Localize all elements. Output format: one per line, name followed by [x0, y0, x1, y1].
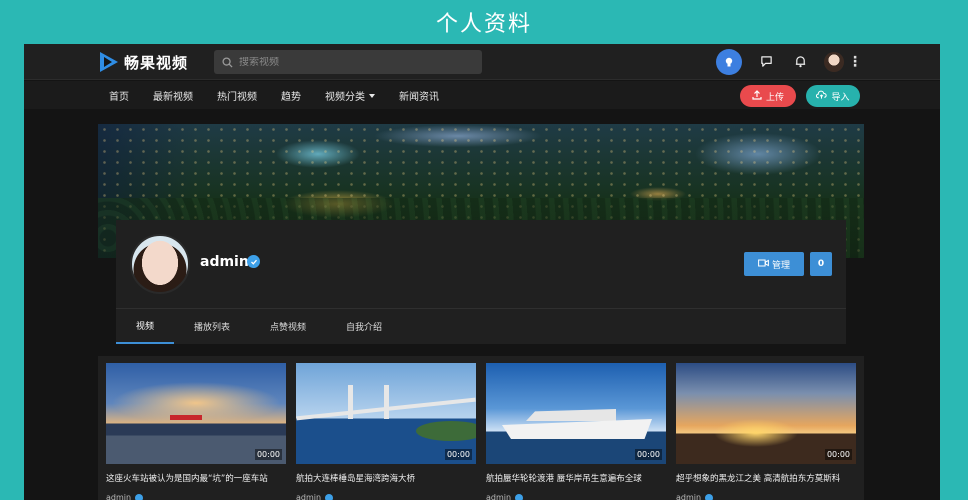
upload-icon — [752, 89, 762, 103]
video-card[interactable]: 00:00 超乎想象的黑龙江之美 高清航拍东方莫斯科 admin — [676, 363, 856, 500]
thumbnail-detail — [416, 421, 476, 441]
video-duration: 00:00 — [824, 449, 852, 460]
video-thumbnail[interactable]: 00:00 — [296, 363, 476, 464]
video-author-name: admin — [676, 493, 702, 500]
upload-button[interactable]: 上传 — [740, 85, 796, 107]
verified-badge-icon — [247, 255, 260, 268]
video-card[interactable]: 00:00 航拍蜃华轮轮渡港 蜃华岸吊生意遍布全球 admin — [486, 363, 666, 500]
search-box[interactable] — [214, 50, 482, 74]
nav-item-categories-label: 视频分类 — [325, 91, 365, 103]
video-duration: 00:00 — [634, 449, 662, 460]
video-title[interactable]: 航拍蜃华轮轮渡港 蜃华岸吊生意遍布全球 — [486, 472, 666, 484]
chat-icon — [760, 53, 773, 72]
nav-item-home[interactable]: 首页 — [109, 88, 129, 103]
verified-badge-icon — [135, 493, 144, 500]
nav-bar: 首页 最新视频 热门视频 趋势 视频分类 新闻资讯 上传 导入 — [24, 81, 940, 109]
video-author[interactable]: admin — [676, 493, 856, 500]
user-avatar[interactable] — [824, 52, 844, 72]
profile-card: admin 管理 0 视频 播放列表 点赞视频 自我介绍 — [116, 220, 846, 344]
video-author-name: admin — [486, 493, 512, 500]
video-title[interactable]: 超乎想象的黑龙江之美 高清航拍东方莫斯科 — [676, 472, 856, 484]
profile-tabs: 视频 播放列表 点赞视频 自我介绍 — [116, 309, 402, 344]
bell-icon — [794, 53, 807, 72]
verified-badge-icon — [515, 493, 524, 500]
top-actions: ⋮ — [716, 48, 862, 76]
search-icon — [222, 53, 233, 72]
tab-liked-videos[interactable]: 点赞视频 — [250, 309, 326, 344]
video-count-badge: 0 — [810, 252, 832, 276]
video-title[interactable]: 这座火车站被认为是国内最“坑”的一座车站 — [106, 472, 286, 484]
video-camera-icon — [758, 259, 769, 270]
tab-playlists[interactable]: 播放列表 — [174, 309, 250, 344]
verified-badge-icon — [325, 493, 334, 500]
video-duration: 00:00 — [444, 449, 472, 460]
video-author-name: admin — [296, 493, 322, 500]
tab-videos[interactable]: 视频 — [116, 309, 175, 344]
logo[interactable]: 畅果视频 — [98, 50, 188, 74]
video-author-name: admin — [106, 493, 132, 500]
video-author[interactable]: admin — [106, 493, 286, 500]
video-card[interactable]: 00:00 航拍大连棒棰岛星海湾跨海大桥 admin — [296, 363, 476, 500]
video-author[interactable]: admin — [486, 493, 666, 500]
messages-button[interactable] — [756, 52, 776, 72]
thumbnail-detail — [170, 415, 202, 420]
upload-label: 上传 — [765, 92, 784, 103]
nav-item-hot[interactable]: 热门视频 — [217, 88, 257, 103]
logo-text: 畅果视频 — [124, 53, 189, 72]
video-author[interactable]: admin — [296, 493, 476, 500]
tab-about[interactable]: 自我介绍 — [326, 309, 402, 344]
thumbnail-detail — [502, 419, 652, 439]
video-thumbnail[interactable]: 00:00 — [106, 363, 286, 464]
page-heading: 个人资料 — [435, 12, 532, 37]
nav-item-latest[interactable]: 最新视频 — [153, 88, 193, 103]
search-input[interactable] — [239, 56, 469, 68]
caret-down-icon — [369, 93, 375, 98]
video-thumbnail[interactable]: 00:00 — [676, 363, 856, 464]
play-logo-icon — [98, 51, 118, 73]
top-bar: 畅果视频 ⋮ — [24, 44, 940, 80]
profile-name: admin — [200, 254, 249, 270]
video-duration: 00:00 — [254, 449, 282, 460]
thumbnail-detail — [384, 385, 389, 419]
video-card[interactable]: 00:00 这座火车站被认为是国内最“坑”的一座车站 admin — [106, 363, 286, 500]
manage-label: 管理 — [771, 260, 790, 271]
app-window: 畅果视频 ⋮ — [24, 44, 940, 500]
notifications-button[interactable] — [790, 52, 810, 72]
video-grid: 00:00 这座火车站被认为是国内最“坑”的一座车站 admin 00:00 航… — [98, 356, 864, 500]
import-button[interactable]: 导入 — [806, 85, 860, 107]
thumbnail-detail — [526, 409, 616, 421]
more-options-icon[interactable]: ⋮ — [848, 54, 862, 70]
import-label: 导入 — [831, 92, 850, 103]
nav-item-news[interactable]: 新闻资讯 — [399, 88, 439, 103]
nav-item-trending[interactable]: 趋势 — [281, 88, 301, 103]
video-title[interactable]: 航拍大连棒棰岛星海湾跨海大桥 — [296, 472, 476, 484]
cloud-upload-icon — [816, 90, 828, 103]
theme-toggle-button[interactable] — [716, 49, 742, 75]
video-thumbnail[interactable]: 00:00 — [486, 363, 666, 464]
nav-menu: 首页 最新视频 热门视频 趋势 视频分类 新闻资讯 — [109, 81, 439, 109]
profile-avatar — [130, 234, 190, 294]
verified-badge-icon — [705, 493, 714, 500]
nav-item-categories[interactable]: 视频分类 — [325, 88, 375, 103]
lightbulb-icon — [723, 53, 735, 72]
manage-videos-button[interactable]: 管理 — [744, 252, 804, 276]
